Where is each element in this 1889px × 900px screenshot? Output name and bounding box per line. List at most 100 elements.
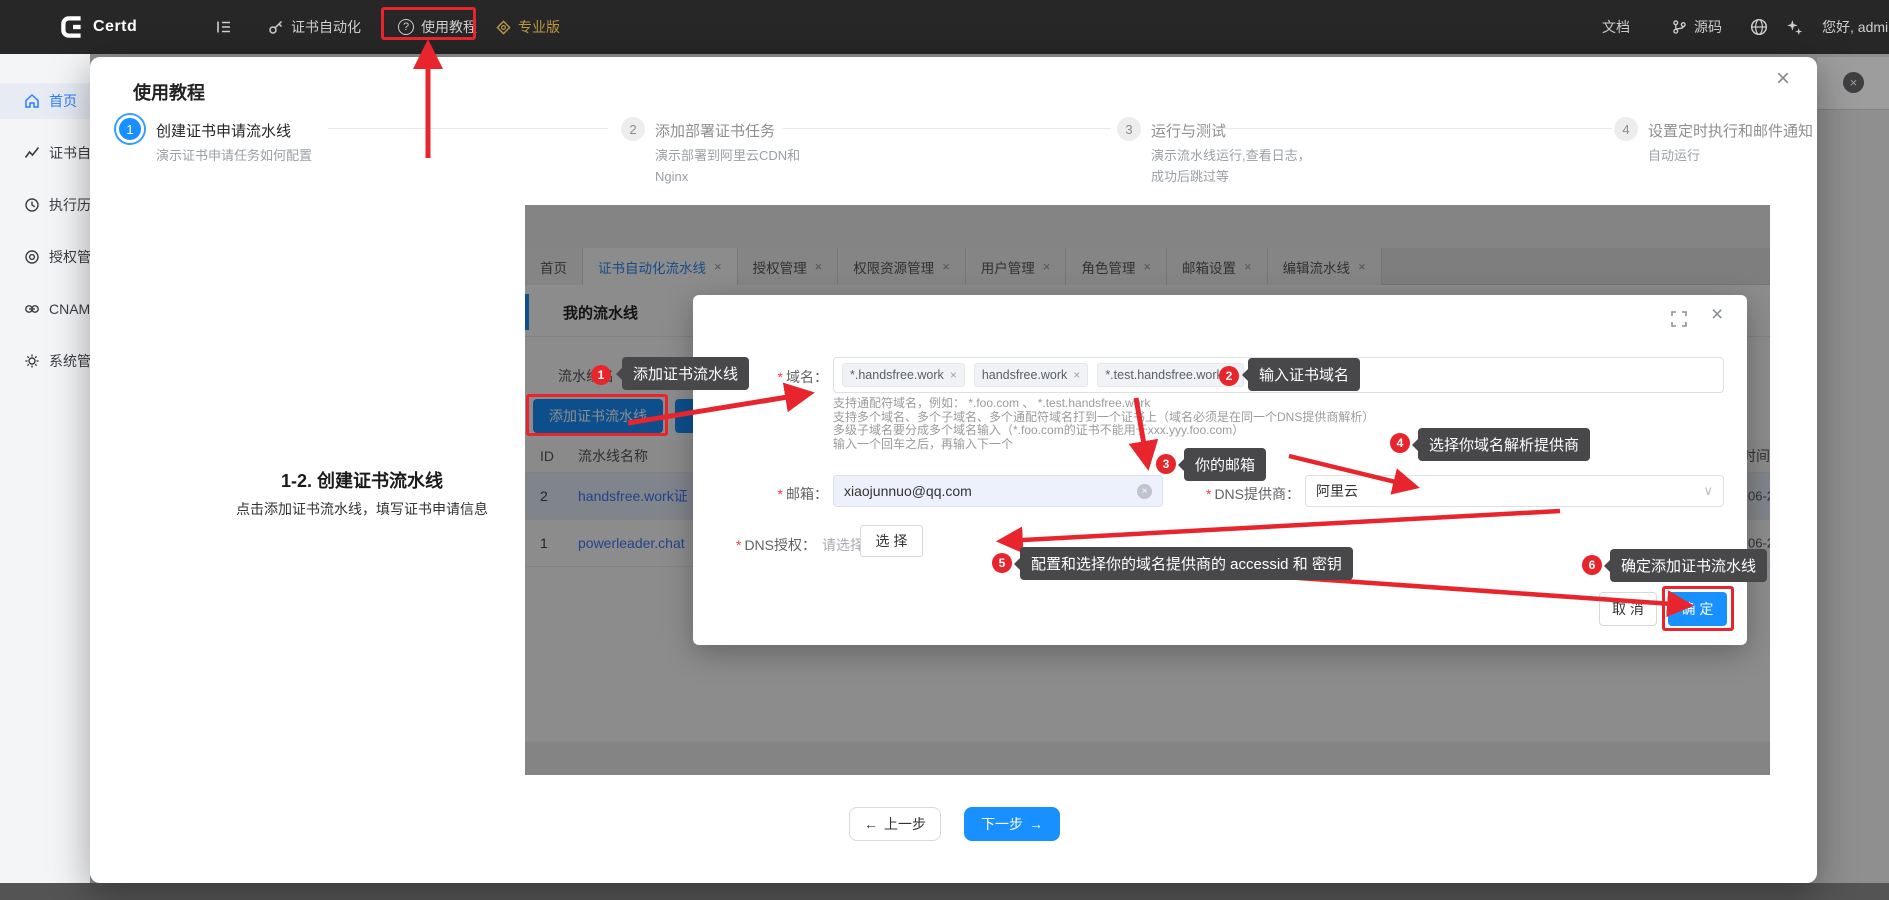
- nav-docs-label: 文档: [1602, 17, 1630, 37]
- nav-docs-link[interactable]: 文档: [1602, 0, 1630, 54]
- key-icon: [268, 19, 284, 35]
- tag-close-icon[interactable]: ×: [1229, 368, 1236, 382]
- close-all-icon: ×: [1843, 72, 1864, 93]
- required-mark: *: [778, 486, 783, 502]
- step-3-circle: 3: [1117, 117, 1141, 141]
- vip-tag-icon: [496, 20, 511, 35]
- section-title: 1-2. 创建证书流水线: [281, 467, 443, 493]
- step-connector: [783, 128, 1111, 129]
- tutorial-title: 使用教程: [133, 79, 205, 105]
- user-greeting[interactable]: 您好, admin: [1822, 0, 1889, 54]
- nav-tutorial-label: 使用教程: [421, 17, 477, 37]
- sidebar-label: 授权管理: [49, 247, 90, 267]
- section-description: 点击添加证书流水线，填写证书申请信息: [236, 499, 488, 519]
- sparkles-icon: [1786, 19, 1803, 36]
- nav-pro-label: 专业版: [518, 17, 560, 37]
- email-input[interactable]: xiaojunnuo@qq.com: [833, 475, 1163, 507]
- greeting-text: 您好, admin: [1822, 17, 1889, 37]
- step-4-circle: 4: [1614, 117, 1638, 141]
- required-mark: *: [1206, 486, 1211, 502]
- step-3-label: 运行与测试: [1151, 120, 1226, 141]
- step-connector: [1205, 128, 1612, 129]
- email-label: *邮箱：: [693, 484, 828, 504]
- nav-source-link[interactable]: 源码: [1672, 0, 1722, 54]
- certd-logo-icon: [58, 13, 86, 41]
- link-icon: [24, 301, 40, 317]
- sidebar-item-home[interactable]: 首页: [0, 83, 90, 119]
- modal-close-button[interactable]: ×: [1776, 67, 1790, 91]
- step-number: 4: [1622, 122, 1629, 137]
- dns-provider-value: 阿里云: [1316, 481, 1358, 501]
- step-1-label: 创建证书申请流水线: [156, 120, 291, 141]
- required-mark: *: [736, 537, 741, 553]
- required-mark: *: [778, 369, 783, 385]
- domain-tag: *.test.handsfree.work×: [1097, 363, 1243, 387]
- step-4-desc: 自动运行: [1648, 145, 1828, 166]
- nav-source-label: 源码: [1694, 17, 1722, 37]
- sidebar-label: 执行历史: [49, 195, 90, 215]
- target-icon: [24, 249, 40, 265]
- cancel-button[interactable]: 取 消: [1599, 592, 1657, 626]
- prev-step-label: 上一步: [884, 814, 926, 834]
- sidebar-label: CNAME: [49, 301, 90, 317]
- sidebar-item-history[interactable]: 执行历史: [0, 187, 90, 223]
- step-number: 2: [629, 122, 636, 137]
- domain-tag: *.handsfree.work×: [842, 363, 965, 387]
- sidebar-label: 首页: [49, 91, 77, 111]
- step-number: 3: [1125, 122, 1132, 137]
- email-value: xiaojunnuo@qq.com: [844, 483, 972, 499]
- question-circle-icon: ?: [398, 19, 414, 35]
- git-branch-icon: [1672, 19, 1687, 35]
- dns-auth-placeholder: 请选择: [822, 535, 864, 555]
- next-step-button[interactable]: 下一步 →: [964, 807, 1060, 841]
- nav-tutorial[interactable]: ? 使用教程: [398, 0, 477, 54]
- domain-tag: handsfree.work×: [974, 363, 1088, 387]
- step-2-circle: 2: [621, 117, 645, 141]
- dns-provider-label: *DNS提供商：: [1133, 484, 1300, 504]
- sidebar-item-cname[interactable]: CNAME: [0, 291, 90, 327]
- chevron-down-icon: ∨: [1703, 483, 1713, 499]
- dimmed-tab-strip: ×: [1817, 57, 1889, 110]
- step-4-label: 设置定时执行和邮件通知: [1648, 120, 1813, 141]
- home-icon: [24, 93, 40, 109]
- step-2-label: 添加部署证书任务: [655, 120, 775, 141]
- brand-name: Certd: [93, 18, 137, 36]
- sidebar-item-auth[interactable]: 授权管理: [0, 239, 90, 275]
- step-1-desc: 演示证书申请任务如何配置: [156, 145, 318, 166]
- arrow-right-icon: →: [1029, 816, 1043, 832]
- app-logo[interactable]: Certd: [58, 0, 137, 54]
- globe-icon: [1750, 18, 1768, 36]
- tag-close-icon[interactable]: ×: [950, 368, 957, 382]
- sidebar-label: 系统管理: [49, 351, 90, 371]
- dns-auth-select-button[interactable]: 选 择: [860, 525, 923, 557]
- collapse-menu-button[interactable]: [214, 0, 232, 54]
- clock-icon: [24, 197, 40, 213]
- add-pipeline-dialog: × *域名： *.handsfree.work× handsfree.work×…: [693, 295, 1747, 645]
- step-3-desc: 演示流水线运行,查看日志，成功后跳过等: [1151, 145, 1313, 187]
- language-globe-button[interactable]: [1750, 0, 1768, 54]
- dns-provider-select[interactable]: 阿里云 ∨: [1305, 475, 1724, 507]
- next-step-label: 下一步: [981, 814, 1023, 834]
- nav-pro-edition[interactable]: 专业版: [496, 0, 560, 54]
- domain-label: *域名：: [693, 367, 828, 387]
- sidebar-label: 证书自动化: [49, 143, 90, 163]
- ok-button[interactable]: 确 定: [1668, 592, 1727, 626]
- fullscreen-icon[interactable]: [1671, 311, 1687, 327]
- top-navbar: Certd 证书自动化 ? 使用教程 专业版 文档 源码: [0, 0, 1889, 54]
- nav-cert-automation[interactable]: 证书自动化: [268, 0, 361, 54]
- gear-icon: [24, 353, 40, 369]
- dns-auth-label: *DNS授权：: [693, 535, 816, 555]
- arrow-left-icon: ←: [864, 816, 878, 832]
- tag-close-icon[interactable]: ×: [1073, 368, 1080, 382]
- line-chart-icon: [24, 145, 40, 161]
- step-2-desc: 演示部署到阿里云CDN和Nginx: [655, 145, 827, 187]
- dialog-close-icon[interactable]: ×: [1711, 303, 1723, 327]
- dimmed-background-right: ×: [1817, 54, 1889, 883]
- theme-sparkle-button[interactable]: [1786, 0, 1803, 54]
- prev-step-button[interactable]: ← 上一步: [849, 807, 941, 841]
- domain-tags-input[interactable]: *.handsfree.work× handsfree.work× *.test…: [833, 357, 1724, 393]
- sidebar-item-cert-automation[interactable]: 证书自动化: [0, 135, 90, 171]
- step-1-circle: 1: [116, 115, 144, 143]
- dimmed-background-bottom: [0, 883, 1889, 900]
- sidebar-item-system[interactable]: 系统管理: [0, 343, 90, 379]
